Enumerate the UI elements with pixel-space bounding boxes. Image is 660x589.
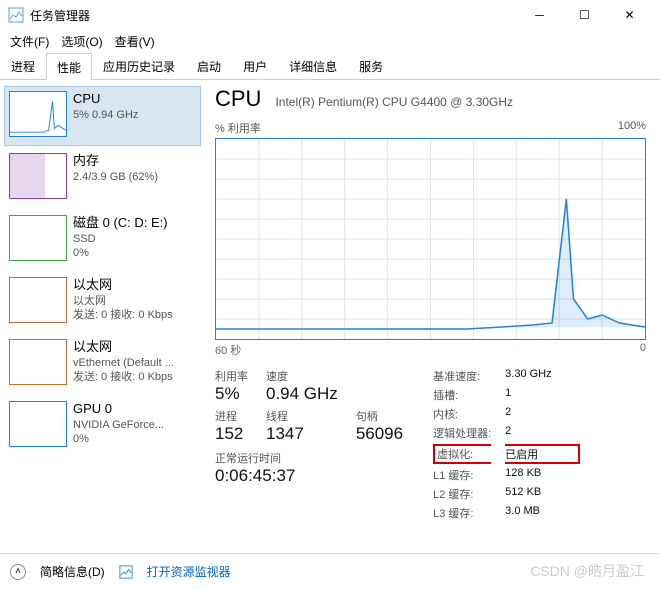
- close-button[interactable]: ✕: [607, 0, 652, 30]
- stat-handles-value: 56096: [356, 424, 403, 444]
- window-title: 任务管理器: [30, 7, 90, 24]
- page-title: CPU: [215, 86, 261, 112]
- virtualization-value: 已启用: [505, 444, 580, 464]
- sidebar-item-cpu[interactable]: CPU5% 0.94 GHz: [4, 86, 201, 146]
- stat-proc-label: 进程: [215, 408, 248, 424]
- uptime-value: 0:06:45:37: [215, 466, 403, 486]
- sidebar-item-label: 以太网: [73, 339, 174, 356]
- stat-speed-label: 速度: [266, 368, 338, 384]
- tab-details[interactable]: 详细信息: [278, 52, 348, 79]
- sidebar-item-disk[interactable]: 磁盘 0 (C: D: E:)SSD0%: [4, 210, 201, 270]
- tab-startup[interactable]: 启动: [186, 52, 232, 79]
- chart-ymax: 100%: [618, 120, 646, 136]
- uptime-label: 正常运行时间: [215, 450, 403, 466]
- maximize-button[interactable]: ☐: [562, 0, 607, 30]
- ethernet-thumbnail-icon: [9, 339, 67, 385]
- resmon-icon: [119, 565, 133, 579]
- stat-util-label: 利用率: [215, 368, 248, 384]
- tab-performance[interactable]: 性能: [46, 53, 92, 80]
- sidebar-item-label: CPU: [73, 91, 138, 108]
- titlebar: 任务管理器 ─ ☐ ✕: [0, 0, 660, 30]
- cpu-model: Intel(R) Pentium(R) CPU G4400 @ 3.30GHz: [275, 95, 513, 109]
- cpu-thumbnail-icon: [9, 91, 67, 137]
- stat-speed-value: 0.94 GHz: [266, 384, 338, 404]
- tab-processes[interactable]: 进程: [0, 52, 46, 79]
- sidebar-item-label: 磁盘 0 (C: D: E:): [73, 215, 168, 232]
- main-panel: CPU Intel(R) Pentium(R) CPU G4400 @ 3.30…: [205, 80, 660, 550]
- virtualization-label: 虚拟化:: [433, 444, 491, 464]
- stat-util-value: 5%: [215, 384, 248, 404]
- sidebar-item-gpu[interactable]: GPU 0NVIDIA GeForce...0%: [4, 396, 201, 456]
- sidebar-item-ethernet-2[interactable]: 以太网vEthernet (Default ...发送: 0 接收: 0 Kbp…: [4, 334, 201, 394]
- cpu-details: 基准速度:3.30 GHz 插槽:1 内核:2 逻辑处理器:2 虚拟化:已启用 …: [433, 368, 580, 521]
- disk-thumbnail-icon: [9, 215, 67, 261]
- sidebar-item-label: GPU 0: [73, 401, 164, 418]
- tab-users[interactable]: 用户: [232, 52, 278, 79]
- watermark: CSDN @皓月盈江: [530, 561, 644, 581]
- cpu-utilization-chart: [215, 138, 646, 340]
- minimize-button[interactable]: ─: [517, 0, 562, 30]
- gpu-thumbnail-icon: [9, 401, 67, 447]
- sidebar-item-label: 以太网: [73, 277, 173, 294]
- menu-file[interactable]: 文件(F): [4, 31, 55, 52]
- chart-xlabel: 60 秒: [215, 342, 241, 358]
- open-resmon-link[interactable]: 打开资源监视器: [147, 563, 231, 580]
- chart-ylabel: % 利用率: [215, 120, 261, 136]
- stat-handles-label: 句柄: [356, 408, 403, 424]
- menu-view[interactable]: 查看(V): [109, 31, 161, 52]
- sidebar-item-label: 内存: [73, 153, 158, 170]
- menu-options[interactable]: 选项(O): [55, 31, 108, 52]
- tab-app-history[interactable]: 应用历史记录: [92, 52, 186, 79]
- sidebar-item-memory[interactable]: 内存2.4/3.9 GB (62%): [4, 148, 201, 208]
- sidebar-item-ethernet-1[interactable]: 以太网以太网发送: 0 接收: 0 Kbps: [4, 272, 201, 332]
- memory-thumbnail-icon: [9, 153, 67, 199]
- ethernet-thumbnail-icon: [9, 277, 67, 323]
- stat-proc-value: 152: [215, 424, 248, 444]
- tab-services[interactable]: 服务: [348, 52, 394, 79]
- chevron-up-icon[interactable]: ˄: [10, 564, 26, 580]
- sidebar: CPU5% 0.94 GHz 内存2.4/3.9 GB (62%) 磁盘 0 (…: [0, 80, 205, 550]
- app-icon: [8, 7, 24, 23]
- fewer-details-link[interactable]: 简略信息(D): [40, 563, 105, 580]
- menubar: 文件(F) 选项(O) 查看(V): [0, 30, 660, 52]
- stat-threads-value: 1347: [266, 424, 338, 444]
- chart-xmax: 0: [640, 342, 646, 358]
- tab-bar: 进程 性能 应用历史记录 启动 用户 详细信息 服务: [0, 52, 660, 80]
- stat-threads-label: 线程: [266, 408, 338, 424]
